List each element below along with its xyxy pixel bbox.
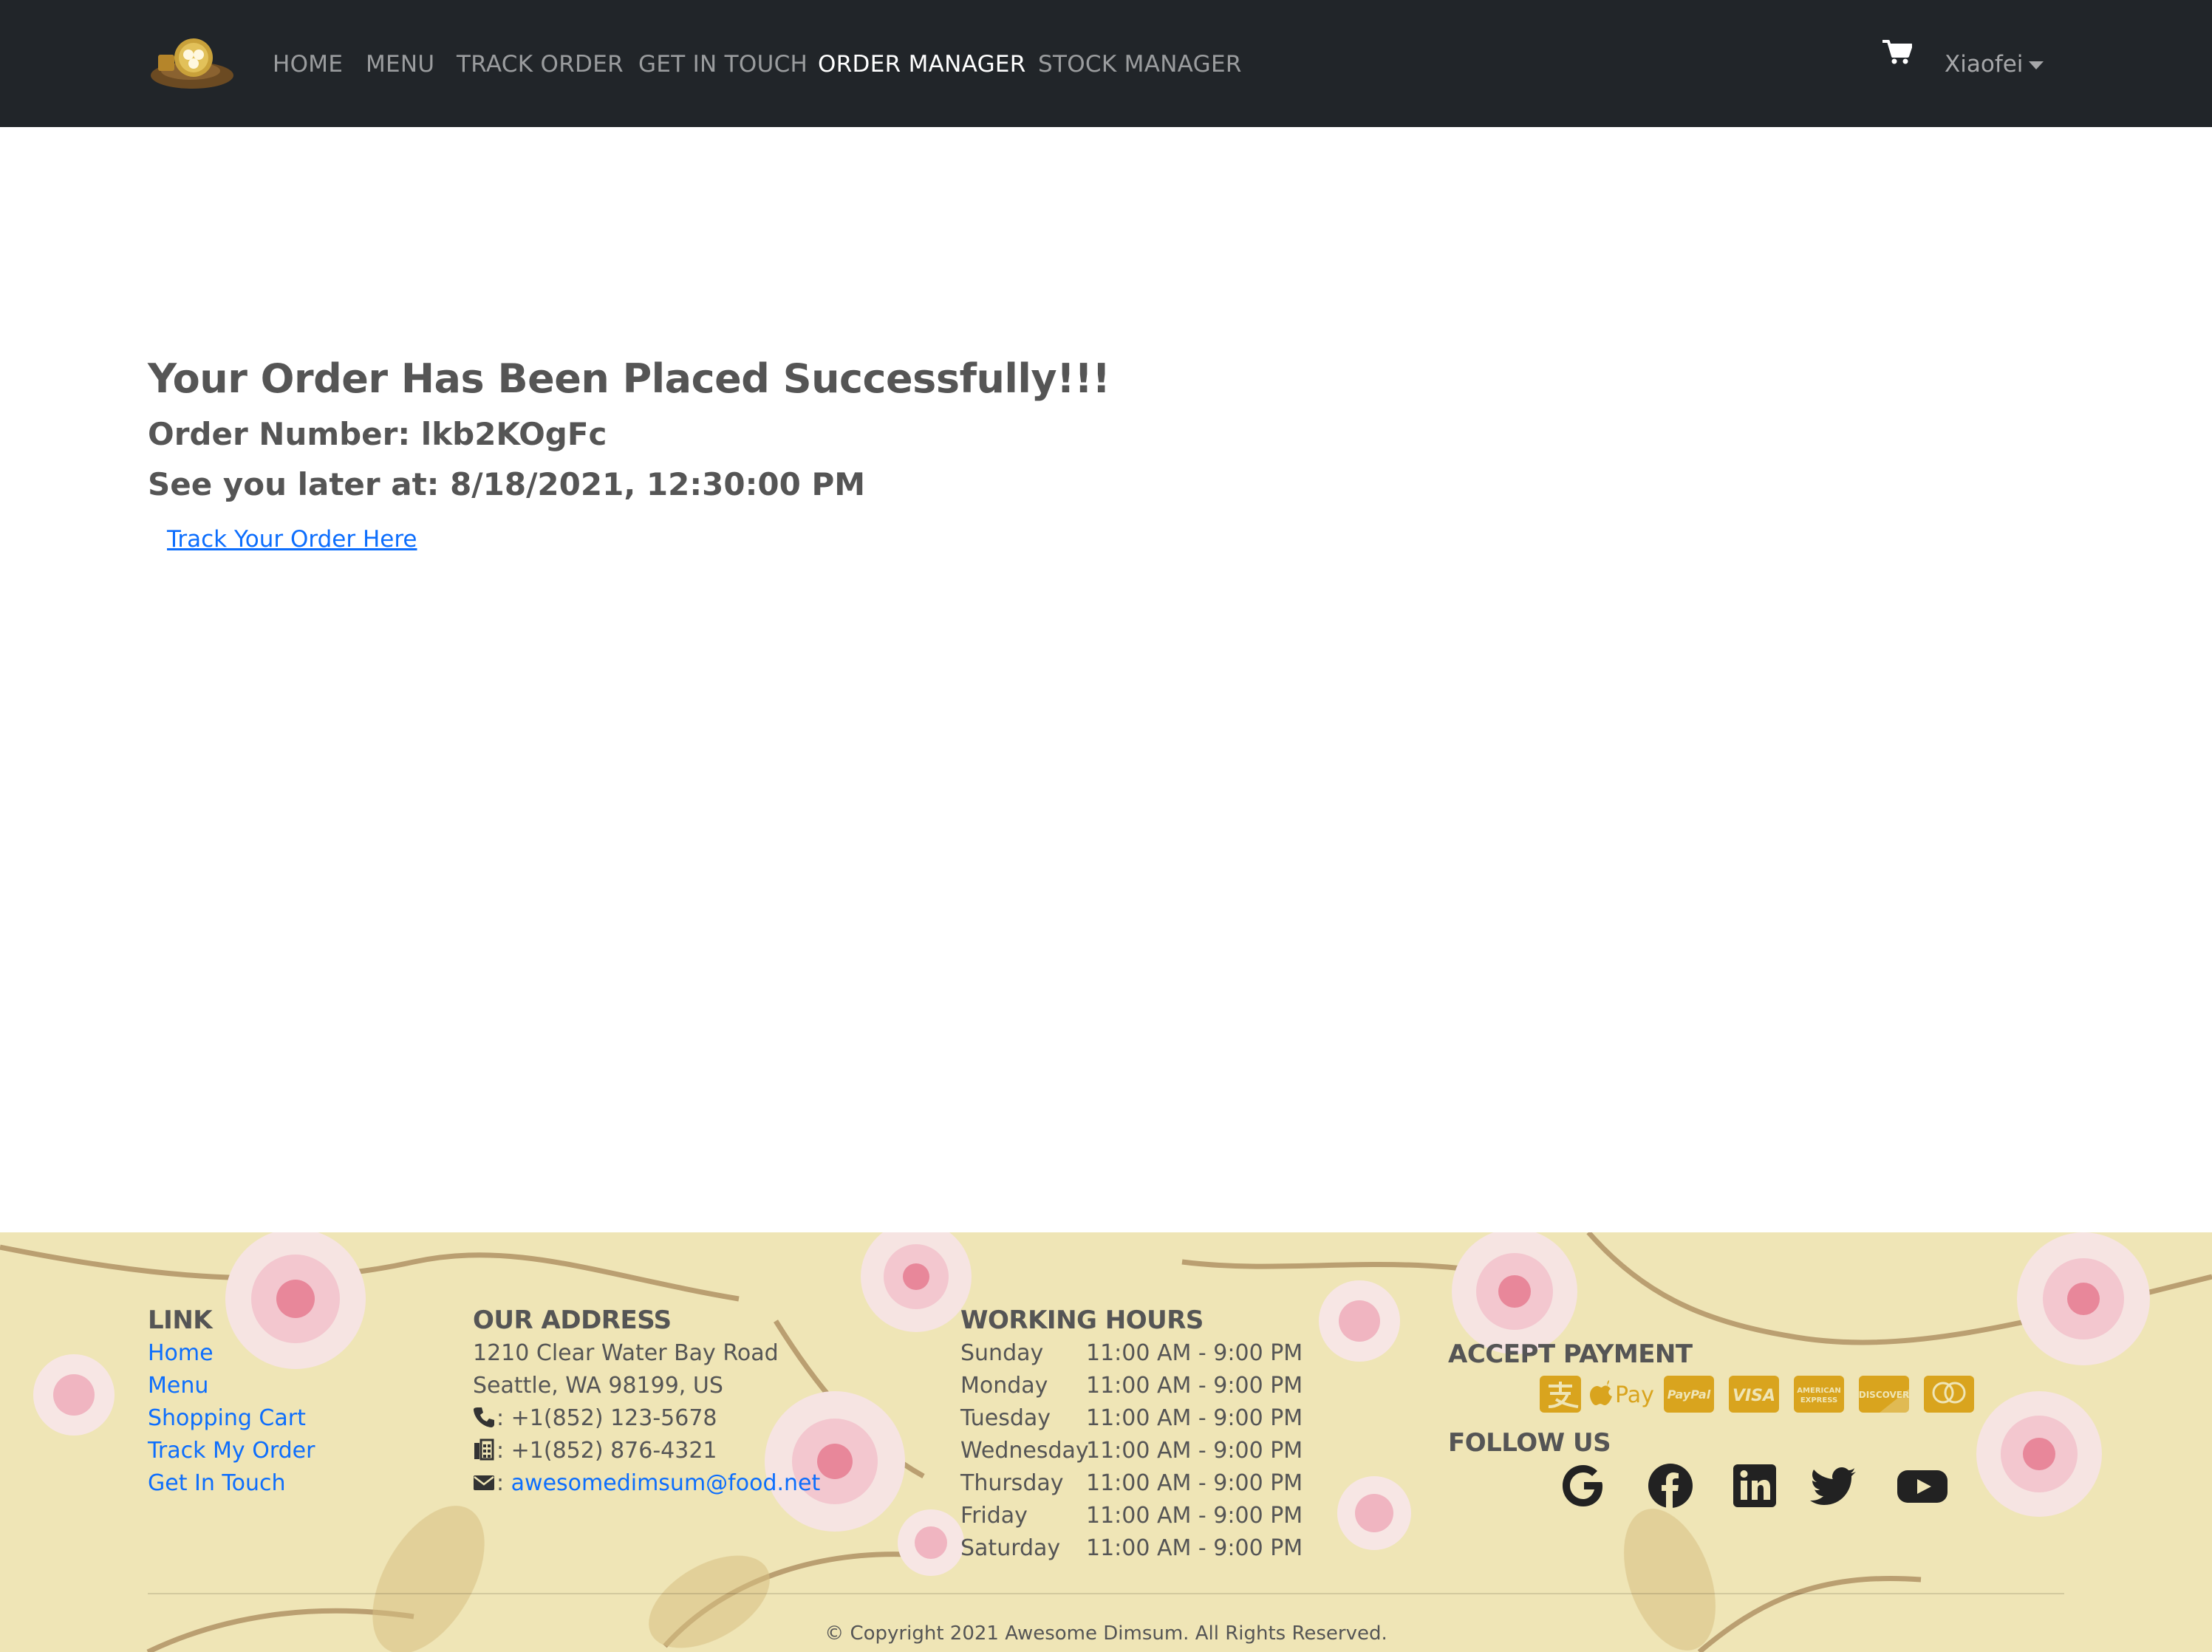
hours-day: Thursday — [960, 1470, 1064, 1496]
address-line-2: Seattle, WA 98199, US — [473, 1373, 723, 1399]
footer-link-shopping-cart[interactable]: Shopping Cart — [148, 1402, 315, 1435]
discover-icon: DISCOVER — [1859, 1376, 1909, 1413]
footer: LINK Home Menu Shopping Cart Track My Or… — [0, 1232, 2212, 1652]
envelope-icon — [474, 1475, 494, 1490]
pickup-time: See you later at: 8/18/2021, 12:30:00 PM — [148, 466, 866, 502]
footer-links: LINK Home Menu Shopping Cart Track My Or… — [148, 1303, 315, 1500]
paypal-icon: PayPal — [1664, 1376, 1714, 1413]
facebook-icon[interactable] — [1646, 1461, 1695, 1510]
copyright-text: © Copyright 2021 Awesome Dimsum. All Rig… — [825, 1622, 1387, 1645]
footer-hours-heading: WORKING HOURS — [960, 1305, 1204, 1335]
nav-stock-manager[interactable]: STOCK MANAGER — [1038, 46, 1242, 83]
hours-row: Wednesday11:00 AM - 9:00 PM — [960, 1435, 1303, 1467]
mastercard-icon — [1924, 1376, 1974, 1413]
footer-link-home[interactable]: Home — [148, 1337, 315, 1370]
svg-text:PayPal: PayPal — [1667, 1388, 1711, 1402]
youtube-icon[interactable] — [1896, 1461, 1949, 1510]
hours-row: Tuesday 11:00 AM - 9:00 PM — [960, 1402, 1303, 1435]
hours-row: Monday 11:00 AM - 9:00 PM — [960, 1370, 1303, 1402]
google-icon[interactable] — [1559, 1461, 1608, 1510]
hours-row: Friday 11:00 AM - 9:00 PM — [960, 1500, 1303, 1532]
hours-day: Sunday — [960, 1340, 1044, 1366]
svg-text:VISA: VISA — [1733, 1387, 1775, 1405]
footer-payment-heading: ACCEPT PAYMENT — [1448, 1339, 1693, 1369]
visa-icon: VISA — [1729, 1376, 1779, 1413]
footer-follow-heading-wrap: FOLLOW US — [1448, 1426, 1611, 1460]
nav-track-order[interactable]: TRACK ORDER — [457, 46, 624, 83]
american-express-icon: AMERICAN EXPRESS — [1794, 1376, 1844, 1413]
email-row: : awesomedimsum@food.net — [473, 1467, 820, 1500]
footer-address-heading: OUR ADDRESS — [473, 1305, 672, 1335]
user-name: Xiaofei — [1945, 51, 2024, 78]
fax-icon — [474, 1438, 494, 1461]
hours-time: 11:00 AM - 9:00 PM — [1086, 1340, 1303, 1366]
hours-row: Sunday 11:00 AM - 9:00 PM — [960, 1337, 1303, 1370]
hours-day: Saturday — [960, 1535, 1061, 1561]
hours-time: 11:00 AM - 9:00 PM — [1086, 1405, 1303, 1431]
footer-payment-heading-wrap: ACCEPT PAYMENT — [1448, 1337, 1693, 1371]
footer-working-hours: WORKING HOURS Sunday 11:00 AM - 9:00 PM M… — [960, 1303, 1303, 1565]
brand-logo[interactable] — [148, 33, 236, 93]
nav-home[interactable]: HOME — [273, 46, 343, 83]
footer-links-heading: LINK — [148, 1305, 213, 1335]
shopping-cart-icon[interactable] — [1882, 40, 1912, 65]
nav-menu[interactable]: MENU — [366, 46, 434, 83]
phone-row: : +1(852) 123-5678 — [473, 1402, 820, 1435]
hours-day: Wednesday — [960, 1438, 1089, 1464]
nav-order-manager[interactable]: ORDER MANAGER — [818, 46, 1026, 83]
hours-time: 11:00 AM - 9:00 PM — [1086, 1503, 1303, 1529]
footer-divider — [148, 1593, 2064, 1594]
hours-row: Thursday 11:00 AM - 9:00 PM — [960, 1467, 1303, 1500]
user-dropdown[interactable]: Xiaofei — [1945, 46, 2044, 83]
email-prefix: : — [496, 1470, 511, 1496]
phone-icon — [474, 1407, 494, 1427]
footer-link-track-my-order[interactable]: Track My Order — [148, 1435, 315, 1467]
track-order-link[interactable]: Track Your Order Here — [167, 523, 417, 556]
svg-text:AMERICAN: AMERICAN — [1797, 1387, 1840, 1395]
navbar: HOME MENU TRACK ORDER GET IN TOUCH ORDER… — [0, 0, 2212, 127]
footer-address: OUR ADDRESS 1210 Clear Water Bay Road Se… — [473, 1303, 820, 1500]
svg-text:EXPRESS: EXPRESS — [1800, 1396, 1837, 1404]
order-success-title: Your Order Has Been Placed Successfully!… — [148, 355, 1110, 402]
svg-text:Pay: Pay — [1615, 1382, 1654, 1408]
chevron-down-icon — [2029, 61, 2044, 69]
alipay-icon — [1540, 1376, 1581, 1413]
footer-link-get-in-touch[interactable]: Get In Touch — [148, 1467, 315, 1500]
apple-pay-icon: Pay — [1590, 1380, 1654, 1408]
nav-get-in-touch[interactable]: GET IN TOUCH — [638, 46, 808, 83]
hours-time: 11:00 AM - 9:00 PM — [1086, 1438, 1303, 1464]
twitter-icon[interactable] — [1810, 1461, 1859, 1510]
footer-follow-heading: FOLLOW US — [1448, 1428, 1611, 1458]
linkedin-icon[interactable] — [1730, 1461, 1779, 1510]
hours-time: 11:00 AM - 9:00 PM — [1086, 1373, 1303, 1399]
hours-day: Tuesday — [960, 1405, 1051, 1431]
address-line-1: 1210 Clear Water Bay Road — [473, 1340, 779, 1366]
hours-time: 11:00 AM - 9:00 PM — [1086, 1535, 1303, 1561]
hours-row: Saturday 11:00 AM - 9:00 PM — [960, 1532, 1303, 1565]
hours-time: 11:00 AM - 9:00 PM — [1086, 1470, 1303, 1496]
hours-day: Monday — [960, 1373, 1048, 1399]
email-link[interactable]: awesomedimsum@food.net — [511, 1470, 821, 1496]
fax-row: : +1(852) 876-4321 — [473, 1435, 820, 1467]
phone-number: : +1(852) 123-5678 — [496, 1405, 717, 1431]
order-number: Order Number: lkb2KOgFc — [148, 416, 607, 452]
hours-day: Friday — [960, 1503, 1028, 1529]
footer-link-menu[interactable]: Menu — [148, 1370, 315, 1402]
fax-number: : +1(852) 876-4321 — [496, 1438, 717, 1464]
